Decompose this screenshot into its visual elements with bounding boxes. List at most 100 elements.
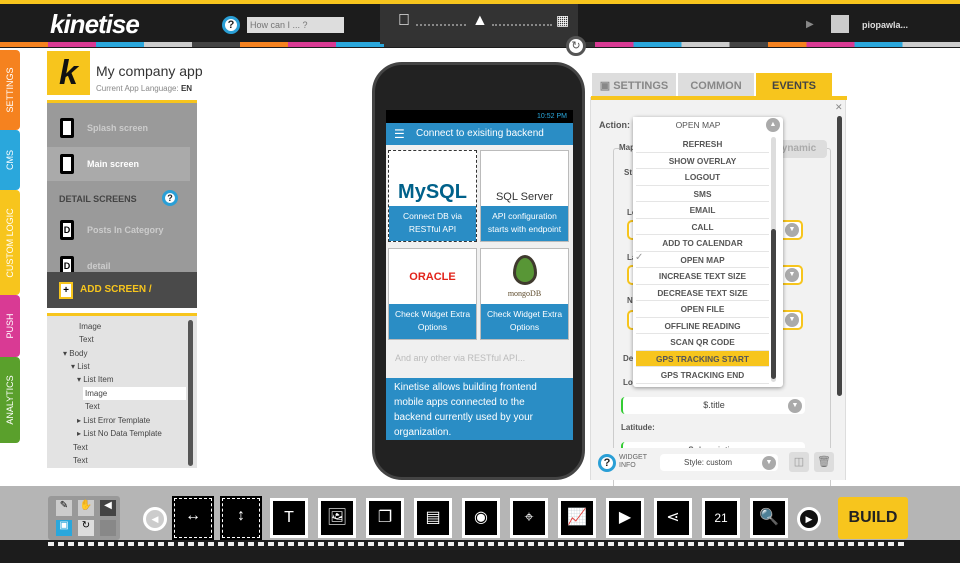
- kinetise-logo[interactable]: kinetise: [50, 9, 140, 40]
- tree-node[interactable]: ▾ List Item: [77, 373, 113, 386]
- side-tab-custom-logic[interactable]: CUSTOM LOGIC: [0, 190, 20, 295]
- app-name: My company app: [96, 63, 203, 79]
- map-icon[interactable]: ⌖: [510, 498, 548, 538]
- side-tab-analytics[interactable]: ANALYTICS: [0, 357, 20, 443]
- apple-icon[interactable]: : [398, 12, 410, 30]
- style-select[interactable]: Style: custom: [660, 454, 778, 471]
- image-icon: ▣: [599, 80, 611, 92]
- side-tab-push[interactable]: PUSH: [0, 295, 20, 357]
- tree-node[interactable]: Text: [73, 454, 88, 467]
- action-option[interactable]: GPS TRACKING START: [636, 350, 769, 367]
- latitude-label: Latitude:: [621, 423, 655, 432]
- action-option[interactable]: GPS TRACKING END: [636, 367, 769, 384]
- longitude-field[interactable]: $.title: [621, 397, 805, 414]
- action-option[interactable]: DECREASE TEXT SIZE: [636, 285, 769, 301]
- text-icon[interactable]: T: [270, 498, 308, 538]
- windows-icon[interactable]: ▦: [556, 12, 569, 29]
- app-language: Current App Language: EN: [96, 84, 193, 93]
- hand-icon[interactable]: ✋: [78, 500, 94, 516]
- widget-info-help-icon[interactable]: ?: [598, 454, 616, 472]
- android-icon[interactable]: ▲: [472, 12, 488, 30]
- video-list-icon[interactable]: ◉: [462, 498, 500, 538]
- screen-splash[interactable]: Splash screen: [47, 111, 190, 145]
- chevron-down-icon[interactable]: ▼: [788, 399, 802, 413]
- scrollbar[interactable]: [771, 137, 776, 382]
- copy-icon[interactable]: ◫: [789, 452, 809, 472]
- platform-switcher:  ▲ ▦: [380, 4, 578, 44]
- side-tab-settings[interactable]: SETTINGS: [0, 50, 20, 130]
- action-option[interactable]: LOGOUT: [636, 169, 769, 186]
- tree-node[interactable]: ▾ Body: [63, 347, 87, 360]
- close-icon[interactable]: ✕: [835, 102, 843, 113]
- scrollbar[interactable]: [837, 116, 842, 396]
- app-icon[interactable]: k: [47, 51, 90, 95]
- action-option[interactable]: REFRESH: [636, 136, 769, 153]
- play-icon[interactable]: ▶: [806, 19, 814, 30]
- action-select[interactable]: OPEN MAP: [633, 117, 763, 134]
- detail-screens-header: DETAIL SCREENS: [59, 194, 137, 204]
- card-mongodb[interactable]: mongoDB Check Widget Extra Options: [480, 248, 569, 340]
- action-option[interactable]: INCREASE TEXT SIZE: [636, 268, 769, 285]
- web-search-icon[interactable]: 🔍: [750, 498, 788, 538]
- side-tab-cms[interactable]: CMS: [0, 130, 20, 190]
- refresh-icon[interactable]: ↻: [566, 36, 586, 56]
- action-option[interactable]: OPEN MAP: [636, 252, 769, 268]
- video-icon[interactable]: ▶: [606, 498, 644, 538]
- username[interactable]: piopawla...: [862, 20, 908, 30]
- pencil-icon[interactable]: ✎: [56, 500, 72, 516]
- undo-icon[interactable]: ◀: [100, 500, 116, 516]
- card-sql-server[interactable]: SQL Server API configuration starts with …: [480, 150, 569, 242]
- tree-node[interactable]: ▸ List Error Template: [77, 414, 150, 427]
- share-icon[interactable]: ⋖: [654, 498, 692, 538]
- horizontal-icon[interactable]: ↔: [172, 496, 214, 540]
- help-icon[interactable]: ?: [222, 16, 240, 34]
- action-option[interactable]: SCAN QR CODE: [636, 334, 769, 351]
- redo-icon[interactable]: ↻: [78, 520, 94, 536]
- vertical-icon[interactable]: ↕: [220, 496, 262, 540]
- scroll-right-icon[interactable]: ▶: [797, 507, 821, 531]
- image-icon[interactable]: 🖼: [318, 498, 356, 538]
- tree-node[interactable]: ▸ List No Data Template: [77, 427, 162, 440]
- tree-node[interactable]: Text: [85, 400, 100, 413]
- action-option[interactable]: OFFLINE READING: [636, 318, 769, 334]
- trash-icon[interactable]: 🗑: [814, 452, 834, 472]
- build-button[interactable]: BUILD: [838, 497, 908, 539]
- tree-node-selected[interactable]: Image: [83, 387, 186, 400]
- tree-node[interactable]: ▾ List: [71, 360, 90, 373]
- help-icon[interactable]: ?: [162, 190, 178, 206]
- card-mysql[interactable]: MySQL Connect DB via RESTful API: [388, 150, 477, 242]
- save-icon[interactable]: ▣: [56, 520, 72, 536]
- screen-main[interactable]: Main screen: [47, 147, 190, 181]
- avatar[interactable]: [831, 15, 849, 33]
- tree-node[interactable]: Image: [79, 320, 101, 333]
- tree-node[interactable]: Text: [73, 441, 88, 454]
- disabled-tool: [100, 520, 116, 536]
- action-option[interactable]: ADD TO CALENDAR: [636, 235, 769, 252]
- calendar-icon[interactable]: 21: [702, 498, 740, 538]
- chevron-down-icon[interactable]: ▼: [762, 456, 776, 470]
- tree-node[interactable]: Text: [79, 333, 94, 346]
- scroll-left-icon[interactable]: ◀: [143, 507, 167, 531]
- phone-screen: 10:52 PM ☰ Connect to exisiting backend M…: [386, 110, 573, 440]
- card-oracle[interactable]: ORACLE Check Widget Extra Options: [388, 248, 477, 340]
- add-screen-button[interactable]: +ADD SCREEN / OVERLAY: [47, 272, 197, 331]
- gallery-icon[interactable]: ▤: [414, 498, 452, 538]
- widget-info-label[interactable]: WIDGET INFO: [619, 454, 653, 470]
- pages-icon[interactable]: ❐: [366, 498, 404, 538]
- chevron-up-icon[interactable]: ▲: [766, 118, 780, 132]
- action-option[interactable]: SHOW OVERLAY: [636, 153, 769, 169]
- status-bar: 10:52 PM: [386, 110, 573, 123]
- action-label: Action:: [599, 120, 630, 130]
- action-option[interactable]: SMS: [636, 186, 769, 202]
- menu-icon[interactable]: ☰: [394, 123, 405, 145]
- action-option[interactable]: EMAIL: [636, 202, 769, 219]
- app-header: ☰ Connect to exisiting backend: [386, 123, 573, 145]
- scrollbar[interactable]: [188, 320, 193, 466]
- action-option[interactable]: CALL: [636, 219, 769, 235]
- description-text: Kinetise allows building frontend mobile…: [386, 378, 573, 440]
- search-input[interactable]: [247, 17, 344, 33]
- screen-posts-in-category[interactable]: D Posts In Category: [47, 213, 190, 247]
- action-option[interactable]: OPEN FILE: [636, 301, 769, 318]
- hint-text: And any other via RESTful API...: [395, 353, 526, 363]
- chart-icon[interactable]: 📈: [558, 498, 596, 538]
